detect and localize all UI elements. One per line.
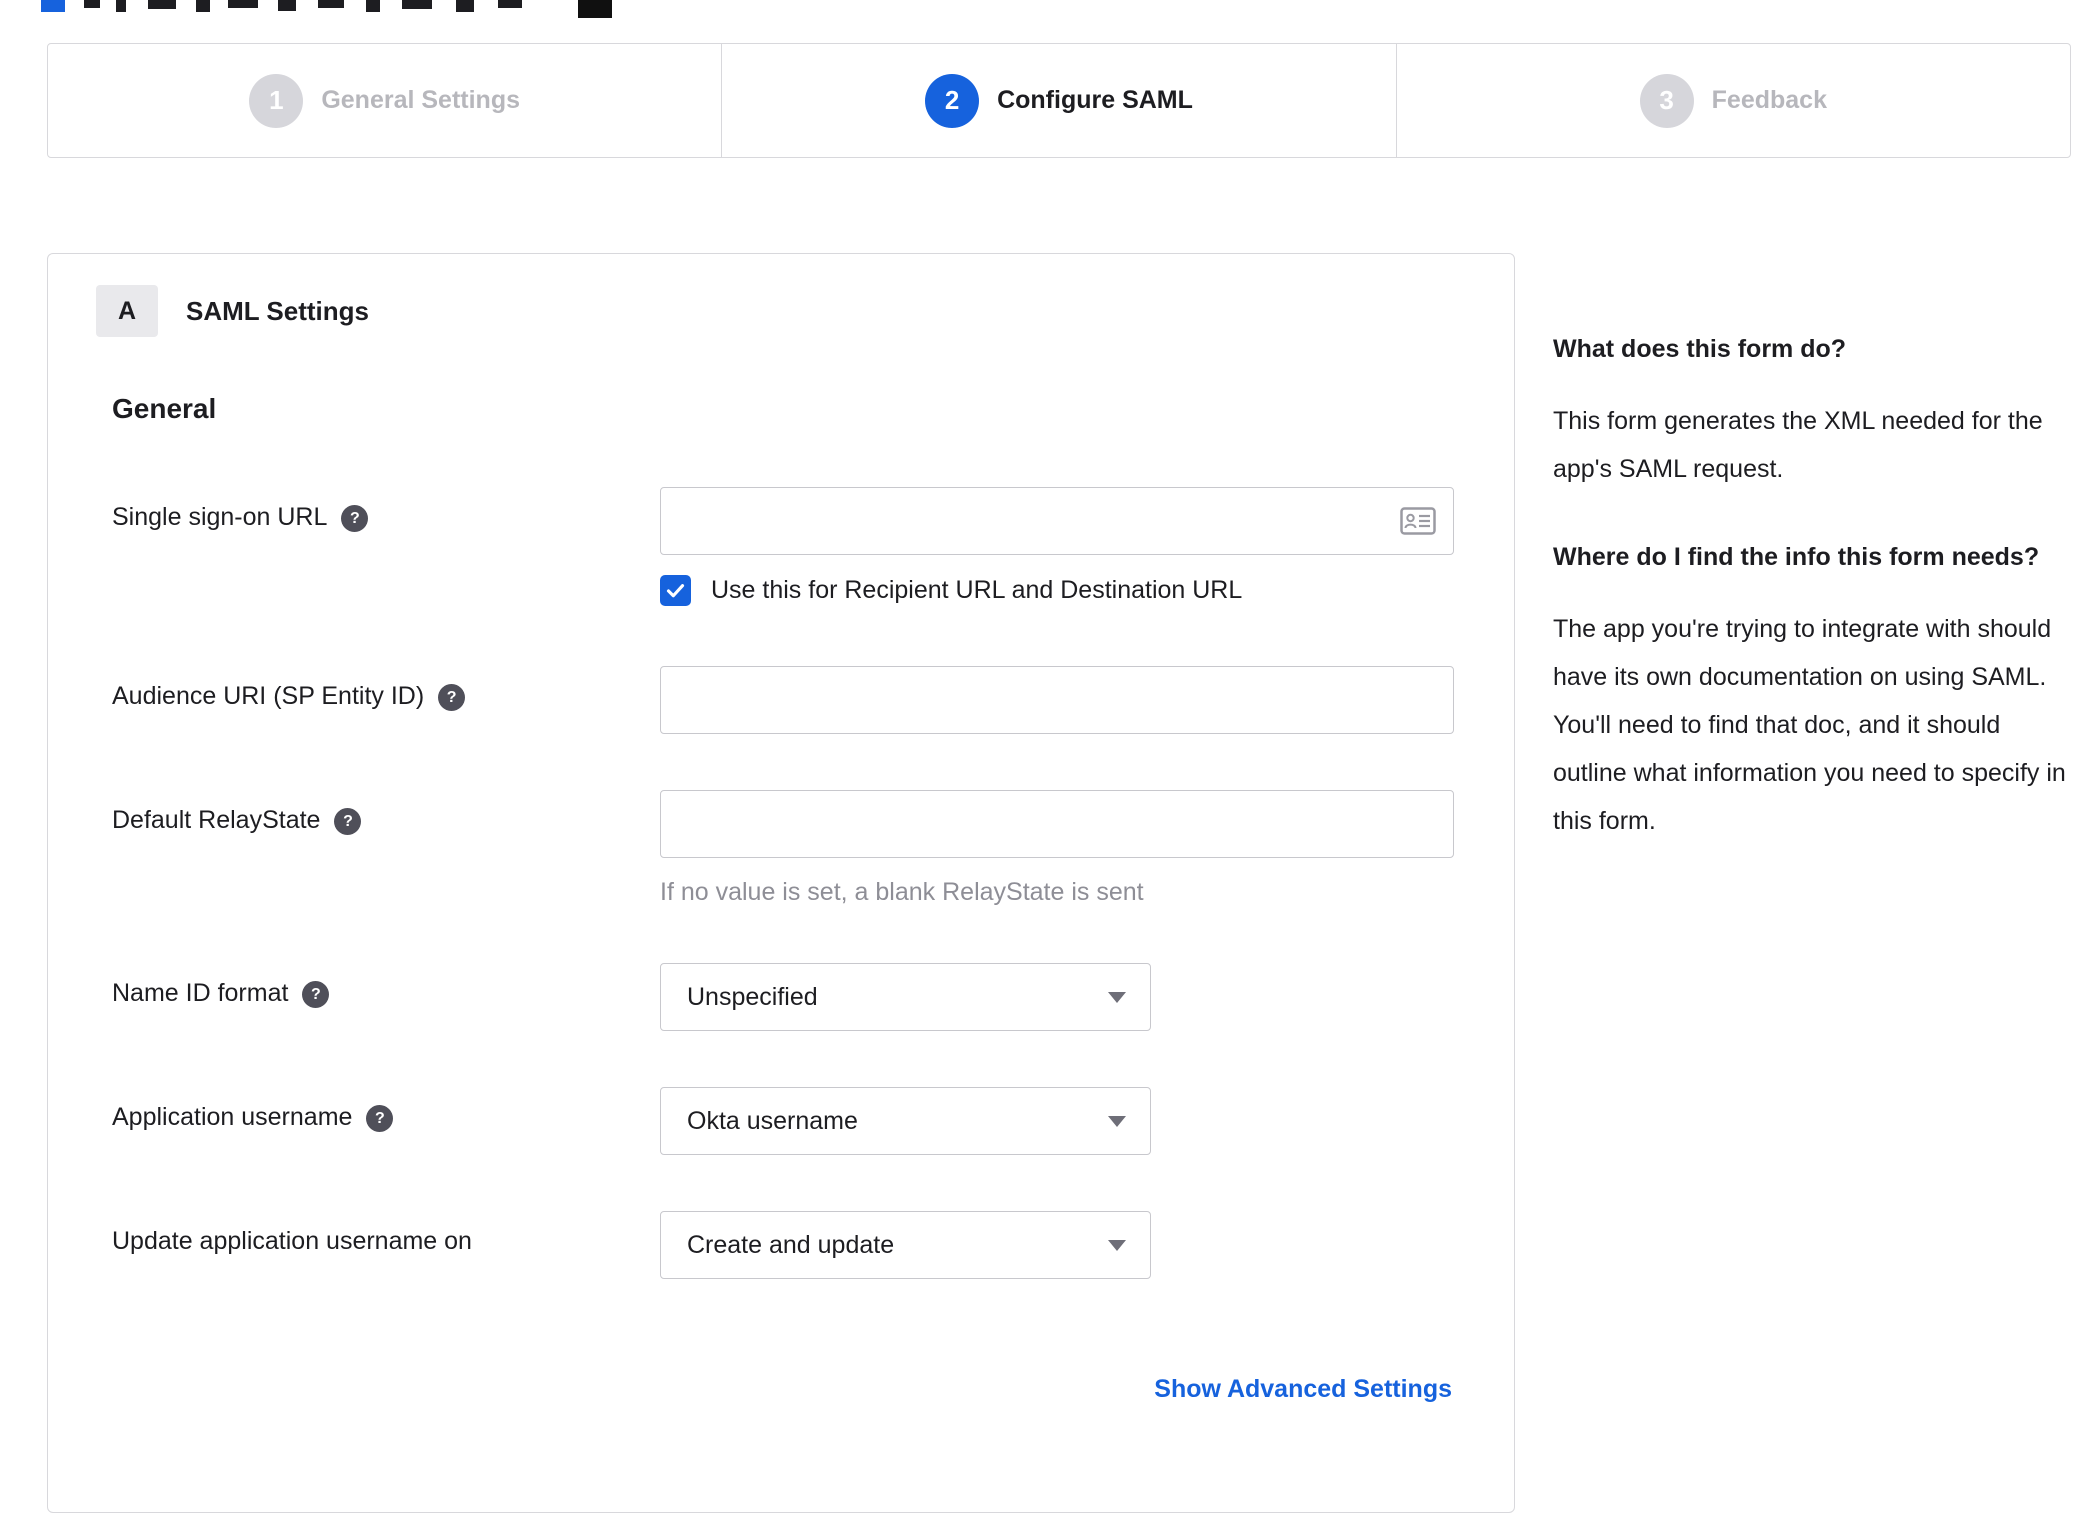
sso-url-label: Single sign-on URL <box>112 503 328 531</box>
audience-uri-label: Audience URI (SP Entity ID) <box>112 682 425 710</box>
general-group-title: General <box>112 393 217 424</box>
section-a-badge: A <box>96 285 158 337</box>
selected-value: Okta username <box>687 1106 858 1135</box>
audience-uri-input-wrap <box>660 666 1454 734</box>
application-username-row: Application username ? Okta username <box>112 1087 1466 1155</box>
text-fragment <box>84 0 100 8</box>
name-id-format-select[interactable]: Unspecified <box>660 963 1151 1031</box>
sso-url-input-wrap <box>660 487 1454 555</box>
field-control: Unspecified <box>660 963 1466 1031</box>
audience-uri-input[interactable] <box>660 666 1454 734</box>
help-question-1: What does this form do? <box>1553 335 1847 363</box>
help-question-2: Where do I find the info this form needs… <box>1553 543 2040 571</box>
text-fragment <box>196 0 210 12</box>
update-app-username-label: Update application username on <box>112 1227 472 1255</box>
text-fragment <box>402 0 432 9</box>
card-header: A SAML Settings <box>96 285 1466 337</box>
update-app-username-select[interactable]: Create and update <box>660 1211 1151 1279</box>
relay-state-hint: If no value is set, a blank RelayState i… <box>660 878 1144 906</box>
step-label: Feedback <box>1711 86 1827 114</box>
application-username-label: Application username <box>112 1103 353 1131</box>
help-icon[interactable]: ? <box>366 1105 394 1132</box>
text-fragment <box>498 0 522 8</box>
step-configure-saml[interactable]: 2 Configure SAML <box>722 44 1397 157</box>
step-number-badge: 1 <box>249 73 304 128</box>
help-answer-2: The app you're trying to integrate with … <box>1553 615 2066 835</box>
name-id-format-label: Name ID format <box>112 979 289 1007</box>
text-fragment <box>41 0 65 12</box>
step-number-badge: 2 <box>925 73 980 128</box>
application-username-select[interactable]: Okta username <box>660 1087 1151 1155</box>
field-control: If no value is set, a blank RelayState i… <box>660 790 1466 907</box>
field-control: Use this for Recipient URL and Destinati… <box>660 487 1466 606</box>
field-label: Default RelayState ? <box>112 790 660 907</box>
field-control <box>660 666 1466 734</box>
selected-value: Create and update <box>687 1230 895 1259</box>
text-fragment <box>116 0 126 12</box>
sso-url-row: Single sign-on URL ? Use this for Recipi… <box>112 487 1466 606</box>
recipient-url-checkbox-label: Use this for Recipient URL and Destinati… <box>711 576 1243 604</box>
help-icon[interactable]: ? <box>438 684 466 711</box>
name-id-format-row: Name ID format ? Unspecified <box>112 963 1466 1031</box>
field-control: Create and update <box>660 1211 1466 1279</box>
text-fragment <box>456 0 474 12</box>
update-app-username-row: Update application username on Create an… <box>112 1211 1466 1279</box>
help-sidebar: What does this form do? This form genera… <box>1553 331 2075 891</box>
saml-settings-card: A SAML Settings General Single sign-on U… <box>47 253 1515 1513</box>
text-fragment <box>278 0 296 11</box>
step-label: General Settings <box>321 86 520 114</box>
step-number-badge: 3 <box>1639 73 1694 128</box>
step-feedback[interactable]: 3 Feedback <box>1397 44 2070 157</box>
text-fragment <box>318 0 344 8</box>
field-label: Single sign-on URL ? <box>112 487 660 606</box>
wizard-stepper: 1 General Settings 2 Configure SAML 3 Fe… <box>47 43 2071 158</box>
text-fragment <box>228 0 258 8</box>
recipient-url-checkbox-row: Use this for Recipient URL and Destinati… <box>660 575 1466 606</box>
contact-card-icon <box>1400 507 1436 535</box>
step-general-settings[interactable]: 1 General Settings <box>48 44 723 157</box>
selected-value: Unspecified <box>687 982 818 1011</box>
recipient-url-checkbox[interactable] <box>660 575 691 606</box>
step-label: Configure SAML <box>997 86 1193 114</box>
show-advanced-settings-link[interactable]: Show Advanced Settings <box>1154 1375 1452 1403</box>
relay-state-input[interactable] <box>660 790 1454 858</box>
text-fragment <box>148 0 176 9</box>
app-logo-fragment <box>578 0 612 18</box>
field-label: Name ID format ? <box>112 963 660 1031</box>
cropped-page-header <box>0 0 2092 20</box>
help-answer-1: This form generates the XML needed for t… <box>1553 407 2043 483</box>
relay-state-row: Default RelayState ? If no value is set,… <box>112 790 1466 907</box>
help-icon[interactable]: ? <box>341 505 369 532</box>
field-label: Application username ? <box>112 1087 660 1155</box>
field-label: Audience URI (SP Entity ID) ? <box>112 666 660 734</box>
chevron-down-icon <box>1108 1239 1126 1251</box>
text-fragment <box>366 0 380 12</box>
audience-uri-row: Audience URI (SP Entity ID) ? <box>112 666 1466 734</box>
chevron-down-icon <box>1108 1115 1126 1127</box>
section-title: SAML Settings <box>186 295 369 326</box>
sso-url-input[interactable] <box>660 487 1454 555</box>
field-label: Update application username on <box>112 1211 660 1279</box>
chevron-down-icon <box>1108 991 1126 1003</box>
relay-state-label: Default RelayState <box>112 806 321 834</box>
help-icon[interactable]: ? <box>334 808 362 835</box>
advanced-settings-row: Show Advanced Settings <box>96 1375 1452 1404</box>
check-icon <box>666 584 685 598</box>
field-control: Okta username <box>660 1087 1466 1155</box>
help-icon[interactable]: ? <box>302 981 330 1008</box>
relay-state-input-wrap <box>660 790 1454 858</box>
